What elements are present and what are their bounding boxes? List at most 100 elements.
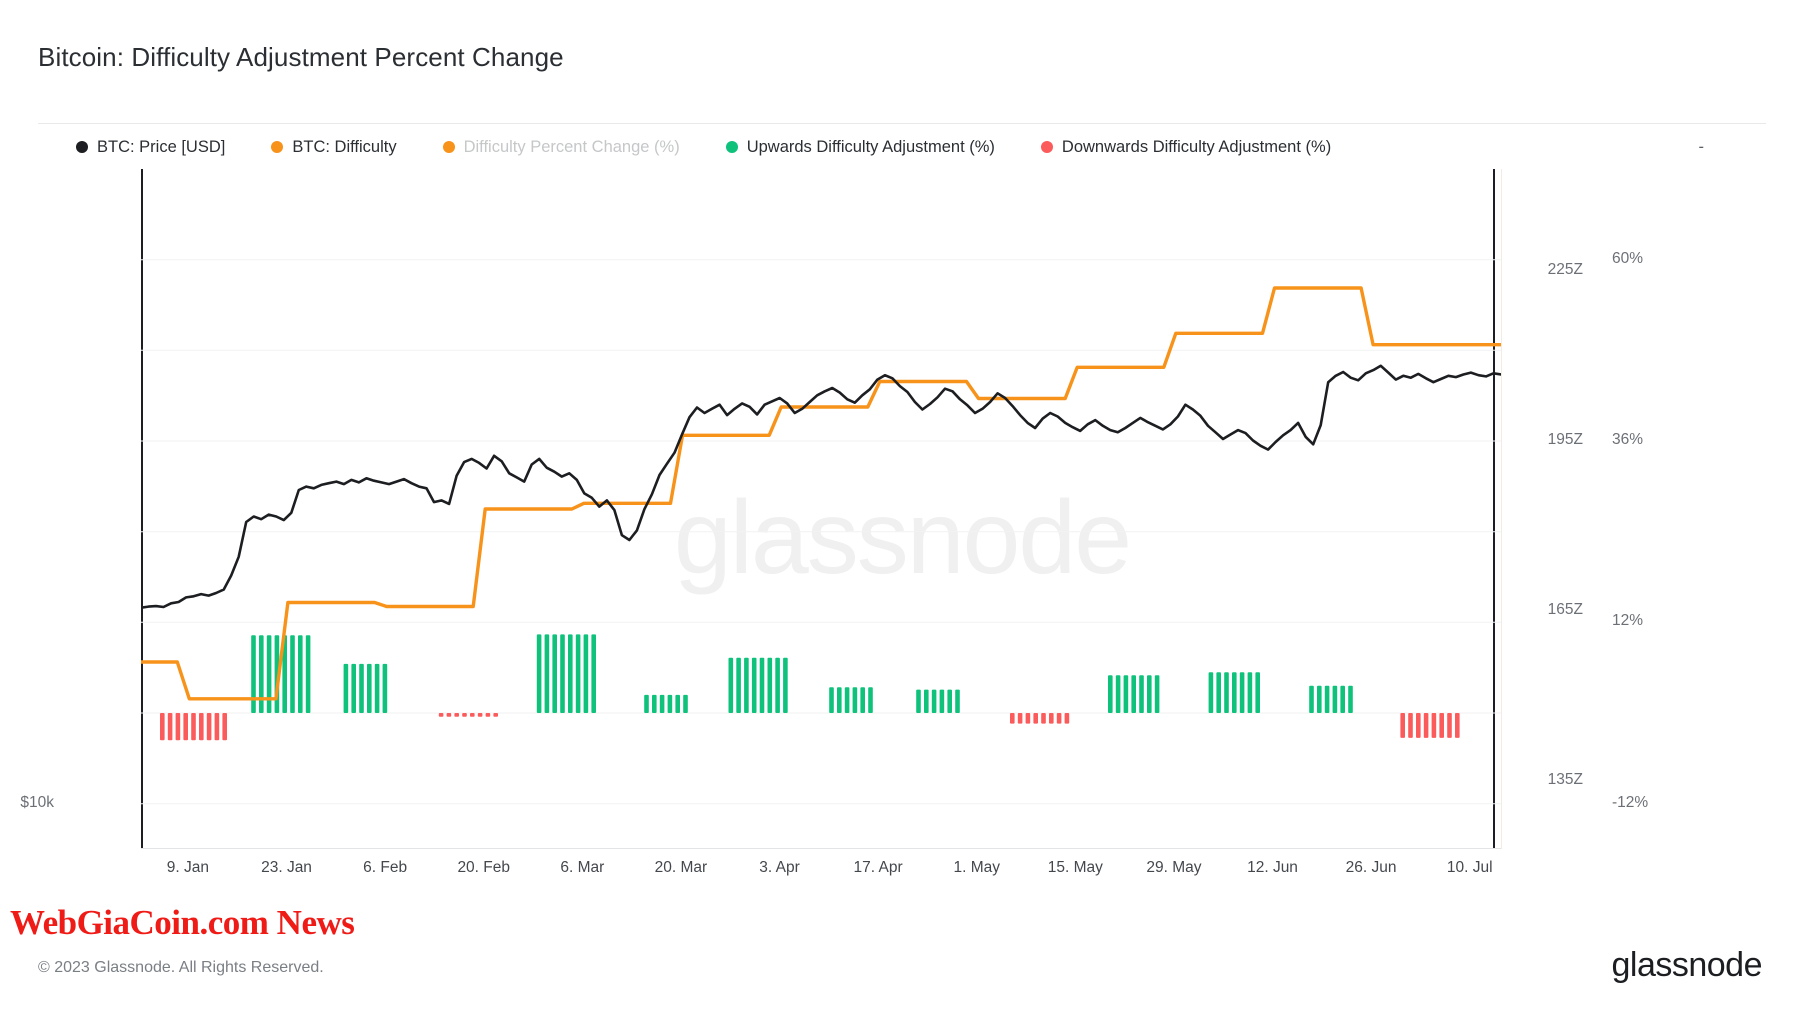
downwards-adjustment-bar: [1455, 713, 1460, 738]
upwards-adjustment-bar: [367, 663, 372, 713]
upwards-adjustment-bar: [1247, 672, 1253, 713]
upwards-adjustment-bar: [939, 689, 945, 713]
upwards-adjustment-bar: [683, 694, 688, 713]
upwards-adjustment-bar: [924, 689, 929, 713]
upwards-adjustment-bar: [852, 687, 858, 713]
upwards-adjustment-bar: [955, 689, 960, 713]
downwards-adjustment-bar: [1064, 713, 1070, 724]
upwards-adjustment-bar: [1255, 672, 1260, 713]
glassnode-logo: glassnode: [1611, 946, 1762, 984]
upwards-adjustment-bar: [560, 634, 565, 713]
downwards-adjustment-bar: [1408, 713, 1413, 738]
chart-legend: BTC: Price [USD] BTC: Difficulty Difficult…: [38, 133, 1766, 161]
downwards-adjustment-bar: [446, 713, 452, 717]
downwards-adjustment-bar: [454, 713, 459, 717]
upwards-adjustment-bar: [1239, 672, 1245, 713]
y-axis-percent-tick: 36%: [1612, 431, 1644, 448]
legend-item-3[interactable]: Upwards Difficulty Adjustment (%): [725, 138, 995, 157]
legend-dot-icon: [76, 141, 88, 153]
plot-right-edge: [1501, 169, 1502, 849]
downwards-adjustment-bar: [191, 713, 196, 741]
upwards-adjustment-bar: [1216, 672, 1221, 713]
legend-item-1[interactable]: BTC: Difficulty: [271, 137, 397, 157]
y-axis-difficulty-tick: 135Z: [1547, 771, 1583, 788]
legend-item-label: BTC: Difficulty: [292, 137, 397, 156]
downwards-adjustment-bar: [1017, 713, 1023, 724]
site-banner: WebGiaCoin.com News: [10, 903, 355, 942]
downwards-adjustment-bar: [485, 713, 491, 717]
y-axis-difficulty-tick: 195Z: [1547, 431, 1583, 448]
y-axis-percent-tick: -12%: [1612, 793, 1649, 811]
upwards-adjustment-bar: [259, 635, 264, 713]
legend-dot-icon: [271, 141, 284, 153]
downwards-adjustment-bar: [175, 713, 181, 741]
upwards-adjustment-bar: [544, 634, 550, 713]
upwards-adjustment-bar: [552, 634, 557, 713]
legend-item-4[interactable]: Downwards Difficulty Adjustment (%): [1040, 138, 1331, 157]
upwards-adjustment-bar: [1317, 685, 1322, 713]
upwards-adjustment-bar: [305, 635, 311, 713]
difficulty-step-line: [141, 286, 1501, 701]
upwards-adjustment-bar: [1224, 672, 1229, 713]
upwards-adjustment-bar: [591, 634, 596, 713]
x-axis-tick: 3. Apr: [759, 859, 800, 876]
upwards-adjustment-bar: [1147, 675, 1152, 713]
legend-dot-icon: [725, 141, 738, 153]
upwards-adjustment-bar: [947, 689, 952, 713]
upwards-adjustment-bar: [298, 635, 303, 713]
upwards-adjustment-bar: [868, 687, 873, 713]
upwards-adjustment-bar: [351, 663, 356, 713]
upwards-adjustment-bar: [1348, 685, 1353, 713]
upwards-adjustment-bar: [1123, 675, 1129, 713]
x-axis-tick: 15. May: [1047, 859, 1103, 876]
downwards-adjustment-bar: [199, 713, 204, 741]
x-axis-tick: 23. Jan: [261, 859, 312, 876]
upwards-adjustment-bar: [652, 694, 657, 713]
upwards-adjustment-bar: [860, 687, 865, 713]
upwards-adjustment-bar: [568, 634, 573, 713]
chart-svg: [141, 259, 1501, 805]
chart-page: Bitcoin: Difficulty Adjustment Percent C…: [0, 0, 1800, 1013]
upwards-adjustment-bar: [1332, 685, 1338, 713]
upwards-adjustment-bar: [837, 687, 842, 713]
upwards-adjustment-bar: [675, 694, 680, 713]
upwards-adjustment-bar: [583, 634, 589, 713]
downwards-adjustment-bar: [167, 713, 173, 741]
y-axis-difficulty-tick: 165Z: [1547, 601, 1583, 618]
downwards-adjustment-bar: [462, 713, 467, 717]
x-axis-tick: 26. Jun: [1345, 859, 1397, 876]
upwards-adjustment-bar: [1115, 675, 1121, 713]
upwards-adjustment-bar: [1340, 685, 1345, 713]
upwards-adjustment-bar: [759, 657, 765, 713]
upwards-adjustment-bar: [1108, 675, 1113, 713]
downwards-adjustment-bar: [470, 713, 475, 717]
x-axis-tick: 12. Jun: [1247, 859, 1298, 876]
upwards-adjustment-bar: [1324, 685, 1330, 713]
upwards-adjustment-bar: [1309, 685, 1314, 713]
downwards-adjustment-bar: [1010, 713, 1015, 724]
copyright-text: © 2023 Glassnode. All Rights Reserved.: [38, 959, 324, 976]
upwards-adjustment-bar: [744, 657, 749, 713]
downwards-adjustment-bar: [206, 713, 212, 741]
upwards-adjustment-bar: [359, 663, 364, 713]
downwards-adjustment-bar: [1041, 713, 1046, 724]
downwards-adjustment-bar: [1447, 713, 1452, 738]
downwards-adjustment-bar: [477, 713, 483, 717]
x-axis-tick: 6. Feb: [363, 859, 408, 876]
upwards-adjustment-bar: [767, 657, 773, 713]
downwards-adjustment-bar: [1056, 713, 1062, 724]
legend-item-2[interactable]: Difficulty Percent Change (%): [442, 138, 680, 157]
x-axis-tick: 17. Apr: [853, 859, 903, 876]
legend-item-0[interactable]: BTC: Price [USD]: [76, 138, 225, 157]
upwards-adjustment-bar: [783, 657, 788, 713]
downwards-adjustment-bar: [1025, 713, 1031, 724]
plot-area[interactable]: [141, 169, 1501, 849]
upwards-adjustment-bar: [736, 657, 741, 713]
downwards-adjustment-bar: [493, 713, 498, 717]
upwards-adjustment-bar: [575, 634, 581, 713]
upwards-adjustment-bar: [1131, 675, 1136, 713]
downwards-adjustment-bar: [1431, 713, 1437, 738]
downwards-adjustment-bar: [222, 713, 227, 741]
upwards-adjustment-bar: [751, 657, 757, 713]
legend-item-label: BTC: Price [USD]: [97, 137, 226, 156]
